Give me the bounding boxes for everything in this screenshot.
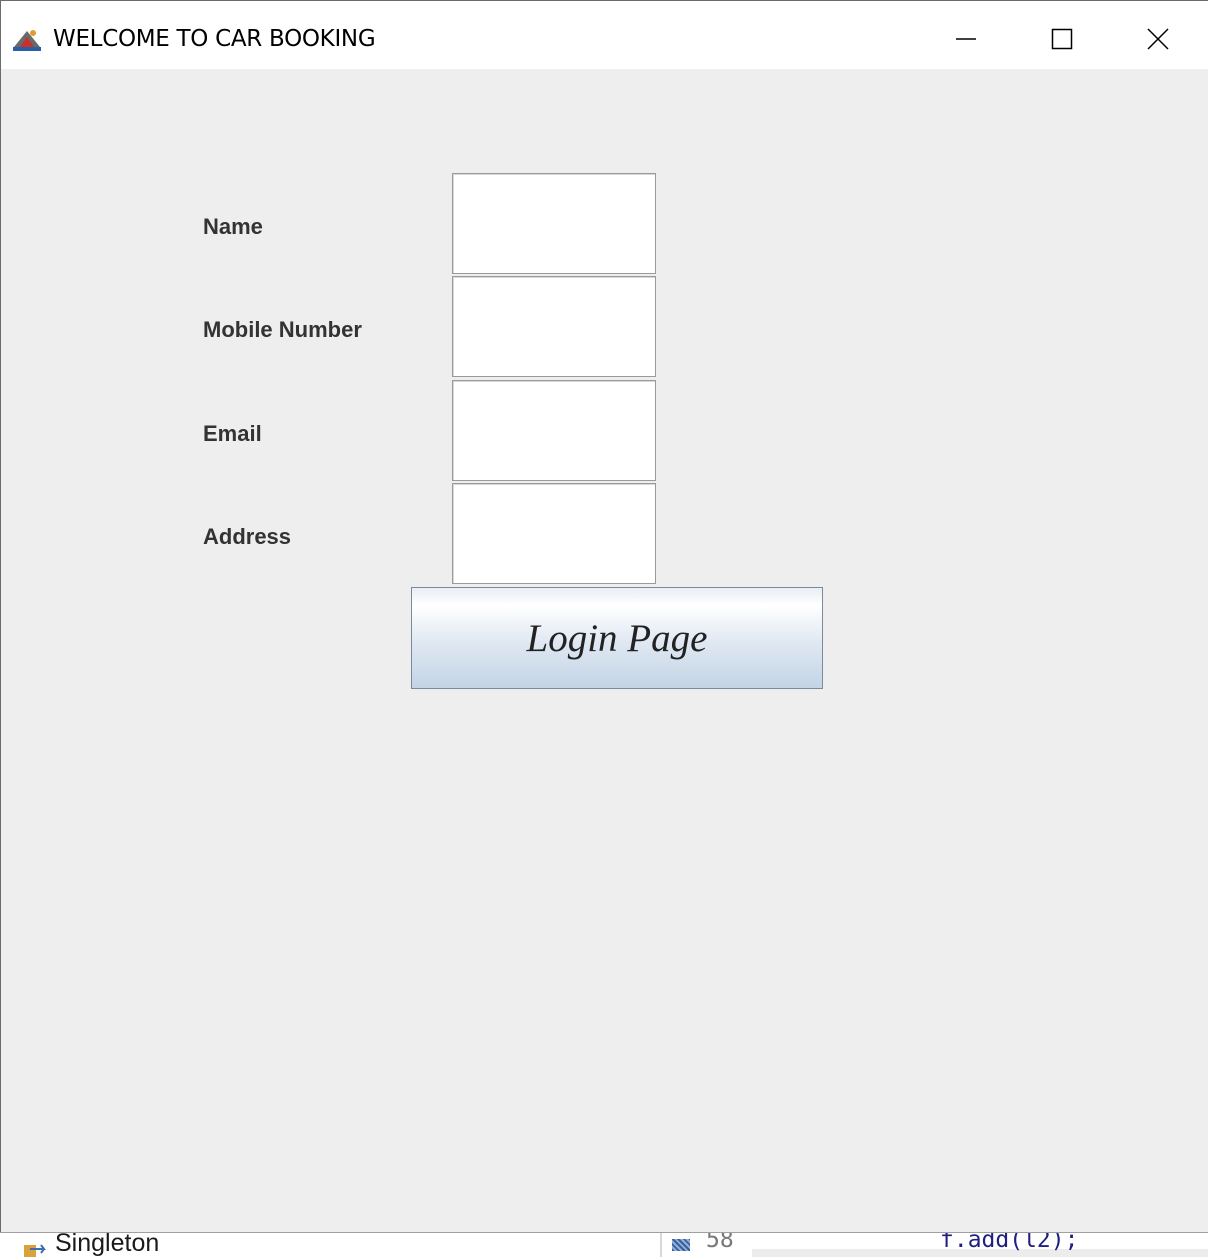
mobile-number-label: Mobile Number [203, 317, 362, 342]
name-label: Name [203, 214, 263, 239]
window-title: WELCOME TO CAR BOOKING [53, 26, 376, 52]
mobile-number-field[interactable] [452, 276, 656, 377]
name-field[interactable] [452, 173, 656, 274]
title-bar[interactable]: WELCOME TO CAR BOOKING [1, 1, 1208, 69]
pane-divider [660, 1233, 662, 1257]
email-field[interactable] [452, 380, 656, 481]
background-ide-strip: Singleton 58 f.add(l2); [0, 1232, 1208, 1257]
singleton-item[interactable]: Singleton [55, 1233, 159, 1257]
close-icon [1147, 28, 1169, 50]
singleton-class-icon [24, 1244, 46, 1257]
address-label: Address [203, 524, 292, 549]
minimize-icon [956, 38, 976, 40]
form-panel: Name Mobile Number Email Address Login P… [1, 69, 1208, 1232]
maximize-icon [1051, 28, 1073, 50]
email-label: Email [203, 421, 262, 446]
breakpoint-marker-icon [672, 1239, 690, 1251]
maximize-button[interactable] [1017, 13, 1107, 65]
line-number: 58 [706, 1232, 734, 1253]
close-button[interactable] [1113, 13, 1203, 65]
code-line: f.add(l2); [940, 1232, 1079, 1253]
java-app-icon [11, 25, 43, 53]
app-window: WELCOME TO CAR BOOKING Name Mobile Numbe… [0, 0, 1208, 1232]
address-field[interactable] [452, 483, 656, 584]
login-page-button[interactable]: Login Page [411, 587, 823, 689]
minimize-button[interactable] [921, 13, 1011, 65]
